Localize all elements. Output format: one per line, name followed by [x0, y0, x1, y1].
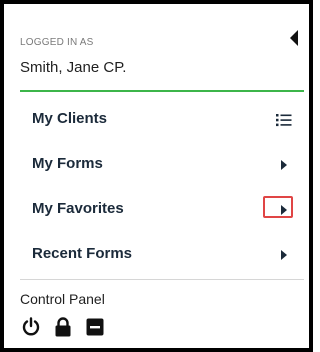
menu-divider — [20, 279, 304, 280]
side-menu-panel: LOGGED IN AS Smith, Jane CP. My Clients — [0, 0, 313, 352]
logged-in-label: LOGGED IN AS — [20, 37, 94, 48]
chevron-right-icon[interactable] — [274, 155, 294, 175]
collapse-panel-button[interactable] — [286, 30, 302, 46]
header-divider — [20, 90, 304, 92]
menu-item-label: My Favorites — [32, 200, 124, 217]
list-icon[interactable] — [274, 110, 294, 130]
user-name: Smith, Jane CP. — [20, 59, 127, 76]
menu-item-label: My Clients — [32, 110, 108, 127]
menu-item-my-favorites[interactable]: My Favorites — [4, 187, 309, 232]
user-header: LOGGED IN AS Smith, Jane CP. — [4, 4, 309, 90]
control-panel-title: Control Panel — [20, 291, 105, 307]
minus-square-icon[interactable] — [84, 316, 106, 338]
power-icon[interactable] — [20, 316, 42, 338]
control-panel-icons — [20, 316, 106, 338]
menu-item-my-forms[interactable]: My Forms — [4, 142, 309, 187]
main-menu: My Clients My Forms My Favorites Recent … — [4, 97, 309, 277]
menu-item-label: Recent Forms — [32, 245, 133, 262]
menu-item-my-clients[interactable]: My Clients — [4, 97, 309, 142]
chevron-right-icon[interactable] — [274, 200, 294, 220]
menu-item-recent-forms[interactable]: Recent Forms — [4, 232, 309, 277]
caret-left-icon — [290, 30, 298, 46]
lock-icon[interactable] — [52, 316, 74, 338]
chevron-right-icon[interactable] — [274, 245, 294, 265]
menu-item-label: My Forms — [32, 155, 103, 172]
